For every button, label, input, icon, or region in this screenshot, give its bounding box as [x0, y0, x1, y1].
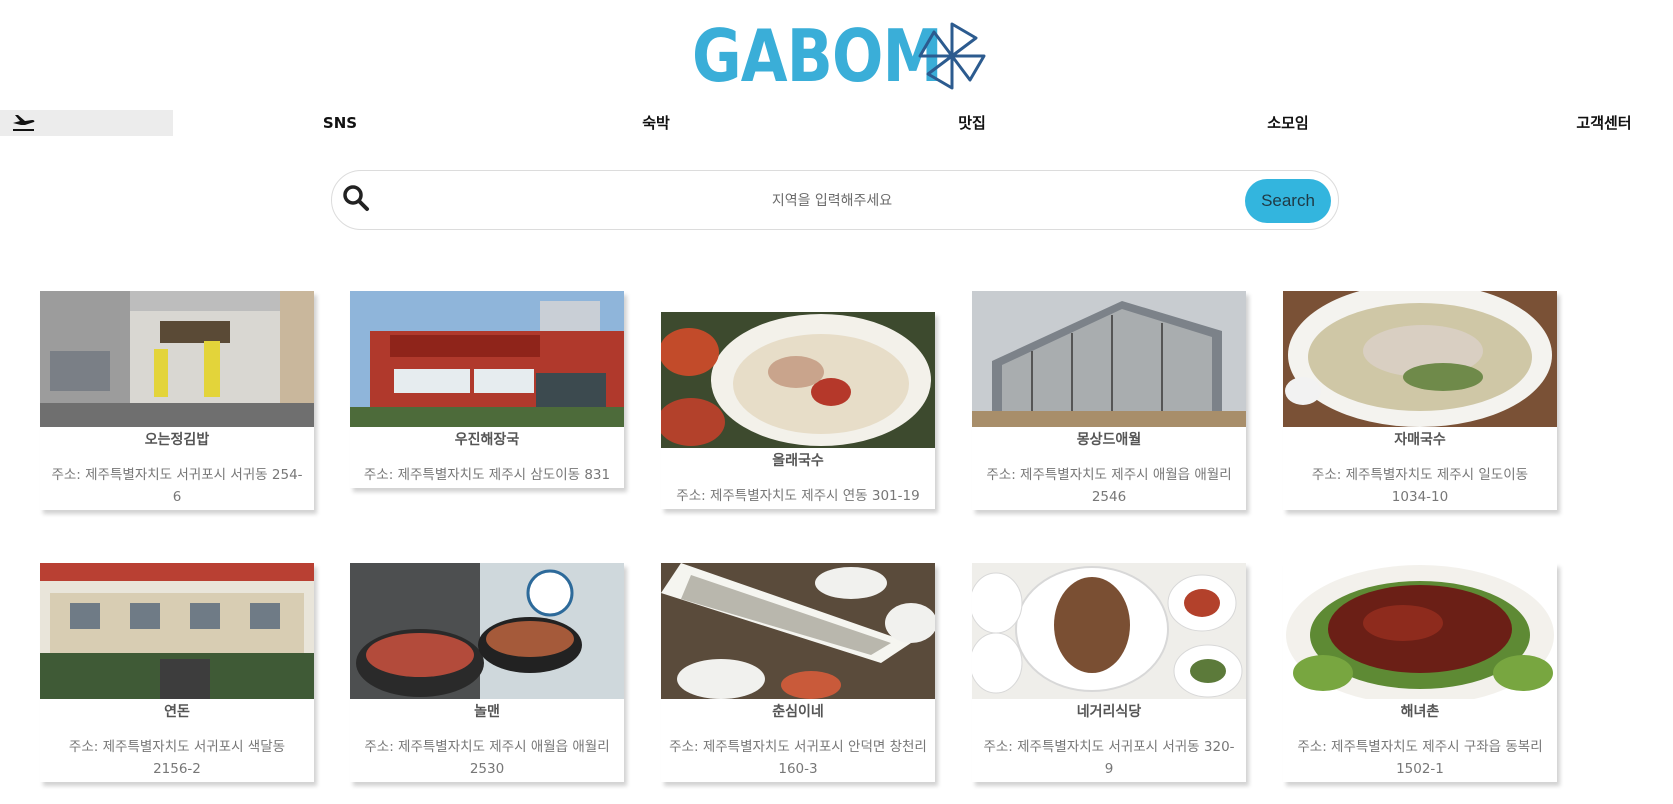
nav-item-restaurants[interactable]: 맛집	[958, 110, 986, 136]
restaurant-name: 춘심이네	[772, 704, 824, 720]
search-bar: Search	[331, 170, 1339, 230]
nav-item-sns[interactable]: SNS	[323, 110, 357, 136]
restaurant-photo	[1283, 563, 1557, 699]
restaurant-photo	[350, 563, 624, 699]
restaurant-card[interactable]: 놀맨 주소: 제주특별자치도 제주시 애월읍 애월리 2530	[350, 563, 624, 782]
restaurant-address: 주소: 제주특별자치도 제주시 애월읍 애월리 2530	[364, 739, 610, 777]
restaurant-address: 주소: 제주특별자치도 제주시 애월읍 애월리 2546	[986, 467, 1232, 505]
restaurant-address: 주소: 제주특별자치도 서귀포시 색달동 2156-2	[68, 739, 286, 777]
restaurant-photo	[40, 563, 314, 699]
search-icon[interactable]	[342, 184, 370, 212]
logo-text: GABOM	[692, 14, 943, 98]
airplane-icon	[13, 115, 35, 131]
restaurant-card[interactable]: 네거리식당 주소: 제주특별자치도 서귀포시 서귀동 320-9	[972, 563, 1246, 782]
logo[interactable]: GABOM	[692, 14, 992, 98]
main-nav: SNS 숙박 맛집 소모임 고객센터	[0, 110, 1673, 136]
restaurant-card[interactable]: 연돈 주소: 제주특별자치도 서귀포시 색달동 2156-2	[40, 563, 314, 782]
restaurant-photo	[661, 312, 935, 448]
restaurant-name: 몽상드애월	[1076, 432, 1142, 448]
restaurant-card[interactable]: 우진해장국 주소: 제주특별자치도 제주시 삼도이동 831	[350, 291, 624, 488]
restaurant-address: 주소: 제주특별자치도 서귀포시 서귀동 320-9	[983, 739, 1235, 777]
restaurant-photo	[972, 291, 1246, 427]
restaurant-name: 네거리식당	[1076, 704, 1142, 720]
restaurant-address: 주소: 제주특별자치도 서귀포시 서귀동 254-6	[51, 467, 303, 505]
restaurant-card[interactable]: 오는정김밥 주소: 제주특별자치도 서귀포시 서귀동 254-6	[40, 291, 314, 510]
restaurant-name: 놀맨	[474, 704, 500, 720]
restaurant-card[interactable]: 해녀촌 주소: 제주특별자치도 제주시 구좌읍 동복리 1502-1	[1283, 563, 1557, 782]
restaurant-photo	[350, 291, 624, 427]
restaurant-name: 해녀촌	[1400, 704, 1440, 720]
restaurant-photo	[40, 291, 314, 427]
restaurant-address: 주소: 제주특별자치도 제주시 일도이동 1034-10	[1311, 467, 1529, 505]
restaurant-photo	[1283, 291, 1557, 427]
restaurant-card[interactable]: 자매국수 주소: 제주특별자치도 제주시 일도이동 1034-10	[1283, 291, 1557, 510]
nav-home-button[interactable]	[0, 110, 173, 136]
restaurant-address: 주소: 제주특별자치도 서귀포시 안덕면 창천리 160-3	[669, 739, 927, 777]
restaurant-card[interactable]: 춘심이네 주소: 제주특별자치도 서귀포시 안덕면 창천리 160-3	[661, 563, 935, 782]
restaurant-name: 오는정김밥	[144, 432, 210, 448]
restaurant-name: 올래국수	[772, 453, 824, 469]
nav-item-lodging[interactable]: 숙박	[642, 110, 670, 136]
restaurant-name: 자매국수	[1394, 432, 1446, 448]
nav-item-meetups[interactable]: 소모임	[1267, 110, 1308, 136]
restaurant-address: 주소: 제주특별자치도 제주시 삼도이동 831	[363, 467, 611, 483]
restaurant-name: 우진해장국	[454, 432, 520, 448]
restaurant-photo	[972, 563, 1246, 699]
restaurant-address: 주소: 제주특별자치도 제주시 연동 301-19	[676, 488, 920, 504]
restaurant-name: 연돈	[164, 704, 190, 720]
search-button[interactable]: Search	[1245, 179, 1331, 223]
pinwheel-icon	[918, 22, 986, 90]
restaurant-address: 주소: 제주특별자치도 제주시 구좌읍 동복리 1502-1	[1297, 739, 1543, 777]
nav-item-customer-center[interactable]: 고객센터	[1576, 110, 1631, 136]
restaurant-photo	[661, 563, 935, 699]
search-input[interactable]	[392, 183, 1272, 219]
restaurant-card[interactable]: 올래국수 주소: 제주특별자치도 제주시 연동 301-19	[661, 312, 935, 509]
restaurant-card[interactable]: 몽상드애월 주소: 제주특별자치도 제주시 애월읍 애월리 2546	[972, 291, 1246, 510]
